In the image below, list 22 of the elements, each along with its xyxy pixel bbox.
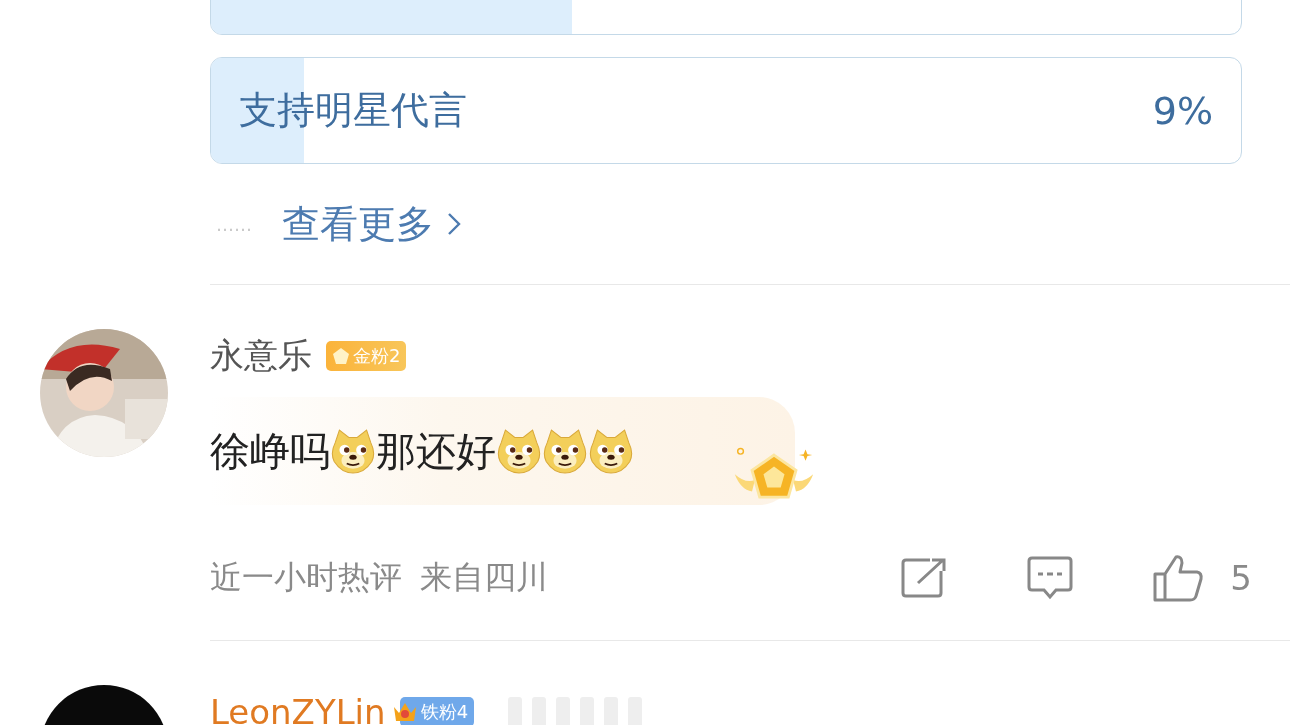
share-icon[interactable] bbox=[900, 556, 949, 599]
like-count: 5 bbox=[1230, 557, 1252, 598]
comment-location: 来自四川 bbox=[420, 556, 548, 598]
poll-option-label: 支持明星代言 bbox=[239, 87, 467, 134]
comment-text: 徐峥吗 bbox=[210, 426, 330, 476]
comment-icon[interactable] bbox=[1026, 554, 1075, 601]
dog-face-icon bbox=[330, 428, 376, 474]
see-more-link[interactable]: 查看更多 bbox=[282, 198, 434, 250]
username[interactable]: LeonZYLin bbox=[210, 692, 386, 725]
poll-option[interactable]: 支持明星代言 9% bbox=[210, 57, 1242, 164]
dog-face-icon bbox=[588, 428, 634, 474]
badge-label: 铁粉4 bbox=[420, 700, 469, 724]
ellipsis-dots: …… bbox=[216, 213, 252, 235]
username[interactable]: 永意乐 bbox=[210, 333, 312, 379]
dog-face-icon bbox=[542, 428, 588, 474]
comment-time: 近一小时热评 bbox=[210, 556, 402, 598]
gem-icon bbox=[332, 347, 350, 365]
badge-label: 金粉2 bbox=[353, 344, 401, 368]
comment-text: 那还好 bbox=[376, 426, 496, 476]
dog-face-icon bbox=[496, 428, 542, 474]
thumbs-up-icon[interactable] bbox=[1152, 553, 1205, 602]
poll-option-percent: 9% bbox=[1152, 88, 1213, 133]
